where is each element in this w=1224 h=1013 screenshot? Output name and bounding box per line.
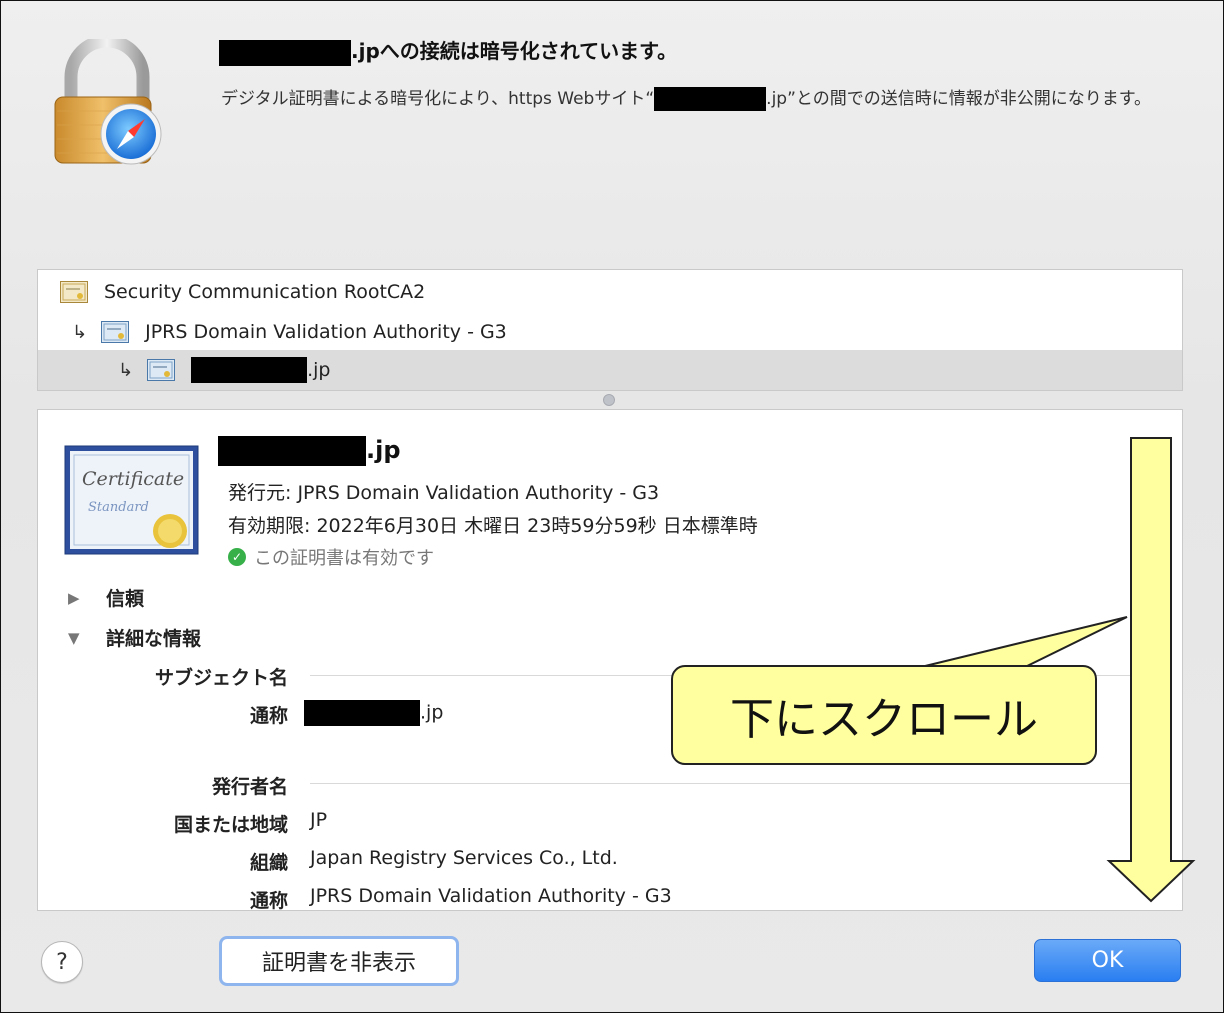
chain-item-root[interactable]: Security Communication RootCA2 (38, 272, 1182, 312)
checkmark-circle-icon: ✓ (228, 548, 246, 566)
issuer-common-name-value: JPRS Domain Validation Authority - G3 (310, 885, 672, 907)
common-name-suffix: .jp (420, 701, 444, 724)
certificate-dialog: .jpへの接続は暗号化されています。 デジタル証明書による暗号化により、http… (0, 0, 1224, 1013)
redacted-domain (219, 39, 351, 66)
hide-certificate-button[interactable]: 証明書を非表示 (219, 936, 459, 986)
country-label: 国または地域 (173, 814, 288, 836)
certificate-icon: Certificate Standard (64, 445, 199, 555)
expiry-line: 有効期限: 2022年6月30日 木曜日 23時59分59秒 日本標準時 (228, 515, 758, 537)
connection-description: デジタル証明書による暗号化により、https Webサイト“ .jp”との間での送… (221, 85, 1181, 113)
certificate-icon (147, 359, 176, 381)
section-divider (310, 783, 1162, 784)
child-arrow-icon: ↳ (72, 321, 88, 343)
certificate-chain-list: Security Communication RootCA2 ↳ JPRS Do… (37, 269, 1183, 391)
certificate-icon (101, 321, 130, 343)
connection-title: .jpへの接続は暗号化されています。 (219, 35, 677, 66)
trust-label: 信頼 (106, 588, 145, 610)
redacted-domain (218, 436, 366, 466)
chain-item-label: .jp (307, 359, 331, 381)
chain-item-label: Security Communication RootCA2 (104, 281, 426, 303)
description-text-1: デジタル証明書による暗号化により、https Webサイト“ (221, 89, 655, 109)
validity-text: この証明書は有効です (254, 548, 434, 569)
country-value: JP (310, 809, 328, 831)
pane-splitter-handle[interactable] (603, 394, 615, 406)
padlock-safari-icon (54, 39, 162, 165)
redacted-domain (191, 357, 308, 383)
trust-disclosure[interactable]: ▶ 信頼 (68, 584, 144, 611)
help-button[interactable]: ? (41, 941, 83, 983)
disclosure-triangle-right-icon: ▶ (68, 588, 80, 607)
child-arrow-icon: ↳ (118, 359, 134, 381)
scroll-down-callout: 下にスクロール (671, 665, 1097, 765)
disclosure-triangle-down-icon: ▼ (68, 628, 80, 647)
chain-item-label: JPRS Domain Validation Authority - G3 (145, 321, 507, 343)
issuer-common-name-label: 通称 (249, 890, 288, 911)
common-name-value: .jp (304, 700, 443, 726)
chain-item-leaf[interactable]: ↳ .jp (38, 350, 1182, 390)
standard-word: Standard (88, 500, 149, 515)
organization-value: Japan Registry Services Co., Ltd. (310, 847, 618, 869)
certificate-icon (60, 281, 88, 303)
validity-status: ✓ この証明書は有効です (228, 544, 434, 570)
certificate-name-suffix: .jp (366, 436, 401, 464)
details-label: 詳細な情報 (106, 628, 202, 650)
certificate-detail-pane: Certificate Standard .jp 発行元: JPRS Domai… (37, 409, 1183, 911)
redacted-domain (304, 700, 420, 726)
details-disclosure[interactable]: ▼ 詳細な情報 (68, 624, 201, 651)
redacted-domain (654, 87, 767, 111)
chain-item-intermediate[interactable]: ↳ JPRS Domain Validation Authority - G3 (38, 312, 1182, 352)
certificate-name: .jp (218, 436, 401, 466)
organization-label: 組織 (249, 852, 288, 874)
issuer-line: 発行元: JPRS Domain Validation Authority - … (228, 482, 660, 504)
description-text-2: .jp”との間での送信時に情報が非公開になります。 (766, 89, 1152, 109)
ok-button[interactable]: OK (1034, 939, 1181, 982)
connection-title-text: .jpへの接続は暗号化されています。 (351, 39, 678, 63)
certificate-word: Certificate (82, 468, 184, 490)
issuer-name-heading: 発行者名 (211, 776, 288, 798)
subject-name-heading: サブジェクト名 (154, 667, 288, 689)
common-name-label: 通称 (249, 705, 288, 727)
